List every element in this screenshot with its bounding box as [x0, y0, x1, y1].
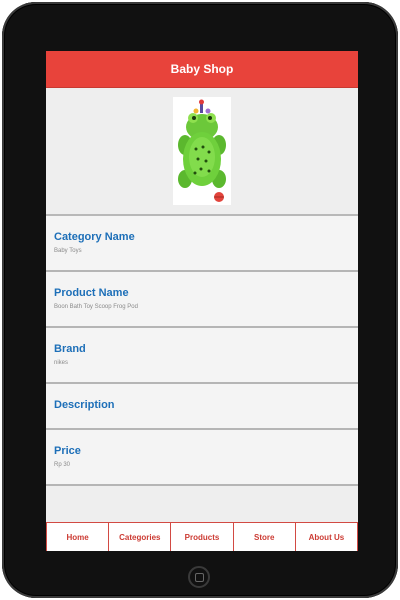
product-image [173, 97, 231, 205]
price-label: Price [54, 445, 81, 457]
tablet-frame: Baby Shop Category Name Baby Toys Produc… [2, 2, 398, 598]
brand-field: Brand nikes [46, 328, 358, 384]
bottom-nav: Home Categories Products Store About Us [46, 522, 358, 551]
price-field: Price Rp 30 [46, 430, 358, 486]
app-screen: Baby Shop Category Name Baby Toys Produc… [46, 51, 358, 551]
price-value: Rp 30 [54, 462, 71, 468]
nav-tab-home[interactable]: Home [46, 523, 108, 551]
product-name-label: Product Name [54, 287, 129, 299]
frog-bath-toy-icon [178, 99, 226, 202]
home-button-icon [194, 572, 204, 582]
brand-label: Brand [54, 343, 86, 355]
page-title: Baby Shop [170, 62, 234, 76]
category-value: Baby Toys [54, 248, 82, 254]
nav-tab-store[interactable]: Store [232, 523, 295, 551]
nav-tab-categories[interactable]: Categories [108, 523, 170, 551]
product-image-area [46, 88, 358, 216]
category-field: Category Name Baby Toys [46, 216, 358, 272]
nav-tab-about-us[interactable]: About Us [294, 523, 358, 551]
description-field: Description [46, 384, 358, 430]
product-name-field: Product Name Boon Bath Toy Scoop Frog Po… [46, 272, 358, 328]
app-header: Baby Shop [46, 51, 358, 88]
description-label: Description [54, 399, 115, 411]
nav-tab-products[interactable]: Products [170, 523, 232, 551]
brand-value: nikes [54, 360, 69, 366]
product-name-value: Boon Bath Toy Scoop Frog Pod [54, 304, 138, 310]
home-button[interactable] [188, 566, 210, 588]
category-label: Category Name [54, 231, 135, 243]
